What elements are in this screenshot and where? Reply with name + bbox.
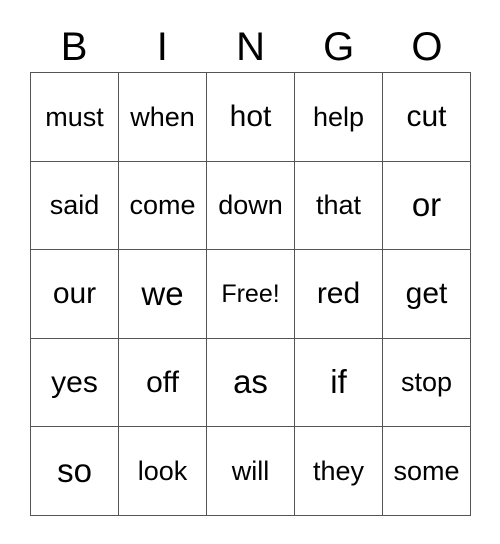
bingo-cell[interactable]: some xyxy=(383,427,471,516)
bingo-cell-label: Free! xyxy=(221,279,280,308)
bingo-cell[interactable]: so xyxy=(31,427,119,516)
bingo-cell[interactable]: when xyxy=(119,73,207,162)
bingo-cell[interactable]: as xyxy=(207,338,295,428)
bingo-cell[interactable]: hot xyxy=(207,73,295,162)
bingo-cell-label: as xyxy=(233,363,268,401)
bingo-cell-label: cut xyxy=(406,100,447,134)
bingo-cell-free-space[interactable]: Free! xyxy=(207,250,295,339)
bingo-cell-label: that xyxy=(315,190,362,221)
bingo-cell[interactable]: that xyxy=(295,161,383,251)
bingo-cell-label: we xyxy=(141,274,184,312)
bingo-cell-label: off xyxy=(146,365,179,399)
bingo-cell-label: look xyxy=(137,456,188,487)
bingo-cell-label: or xyxy=(411,186,442,224)
bingo-cell-label: yes xyxy=(51,365,98,399)
bingo-cell[interactable]: said xyxy=(31,161,119,251)
bingo-cell[interactable]: come xyxy=(119,161,207,251)
bingo-cell[interactable]: cut xyxy=(383,73,471,162)
bingo-cell-label: down xyxy=(218,190,283,221)
bingo-cell[interactable]: we xyxy=(119,250,207,339)
bingo-cell-label: will xyxy=(231,456,270,487)
bingo-cell[interactable]: stop xyxy=(383,338,471,428)
bingo-header-letter-b: B xyxy=(60,25,88,69)
bingo-cell-label: if xyxy=(330,363,347,401)
bingo-cell[interactable]: our xyxy=(31,250,119,339)
bingo-cell-label: hot xyxy=(229,100,272,134)
bingo-cell-label: red xyxy=(316,277,361,311)
bingo-cell[interactable]: help xyxy=(295,73,383,162)
bingo-cell-label: they xyxy=(312,456,365,487)
bingo-cell[interactable]: if xyxy=(295,338,383,428)
bingo-header-letter-g: G xyxy=(323,25,355,69)
bingo-cell[interactable]: down xyxy=(207,161,295,251)
bingo-cell[interactable]: red xyxy=(295,250,383,339)
bingo-header-letter-i: I xyxy=(156,25,168,69)
bingo-cell-label: so xyxy=(57,451,92,489)
bingo-cell[interactable]: or xyxy=(383,161,471,251)
bingo-cell-label: get xyxy=(405,277,448,311)
bingo-cell[interactable]: yes xyxy=(31,338,119,428)
bingo-cell[interactable]: they xyxy=(295,427,383,516)
bingo-cell[interactable]: will xyxy=(207,427,295,516)
bingo-header-row: B I N G O xyxy=(30,22,471,72)
bingo-cell-label: help xyxy=(312,101,365,132)
bingo-cell[interactable]: look xyxy=(119,427,207,516)
bingo-cell-label: stop xyxy=(400,367,453,398)
bingo-header-letter-o: O xyxy=(411,25,443,69)
bingo-cell[interactable]: must xyxy=(31,73,119,162)
bingo-cell-label: come xyxy=(129,190,196,221)
bingo-cell-label: said xyxy=(49,190,100,221)
bingo-cell-label: some xyxy=(393,456,460,487)
bingo-cell-label: must xyxy=(45,101,104,132)
bingo-cell[interactable]: off xyxy=(119,338,207,428)
bingo-card: B I N G O must when hot help cut said co… xyxy=(0,0,500,544)
bingo-grid: must when hot help cut said come down th… xyxy=(30,72,471,516)
bingo-cell[interactable]: get xyxy=(383,250,471,339)
bingo-cell-label: when xyxy=(130,101,195,132)
bingo-cell-label: our xyxy=(52,277,97,311)
bingo-header-letter-n: N xyxy=(236,25,265,69)
